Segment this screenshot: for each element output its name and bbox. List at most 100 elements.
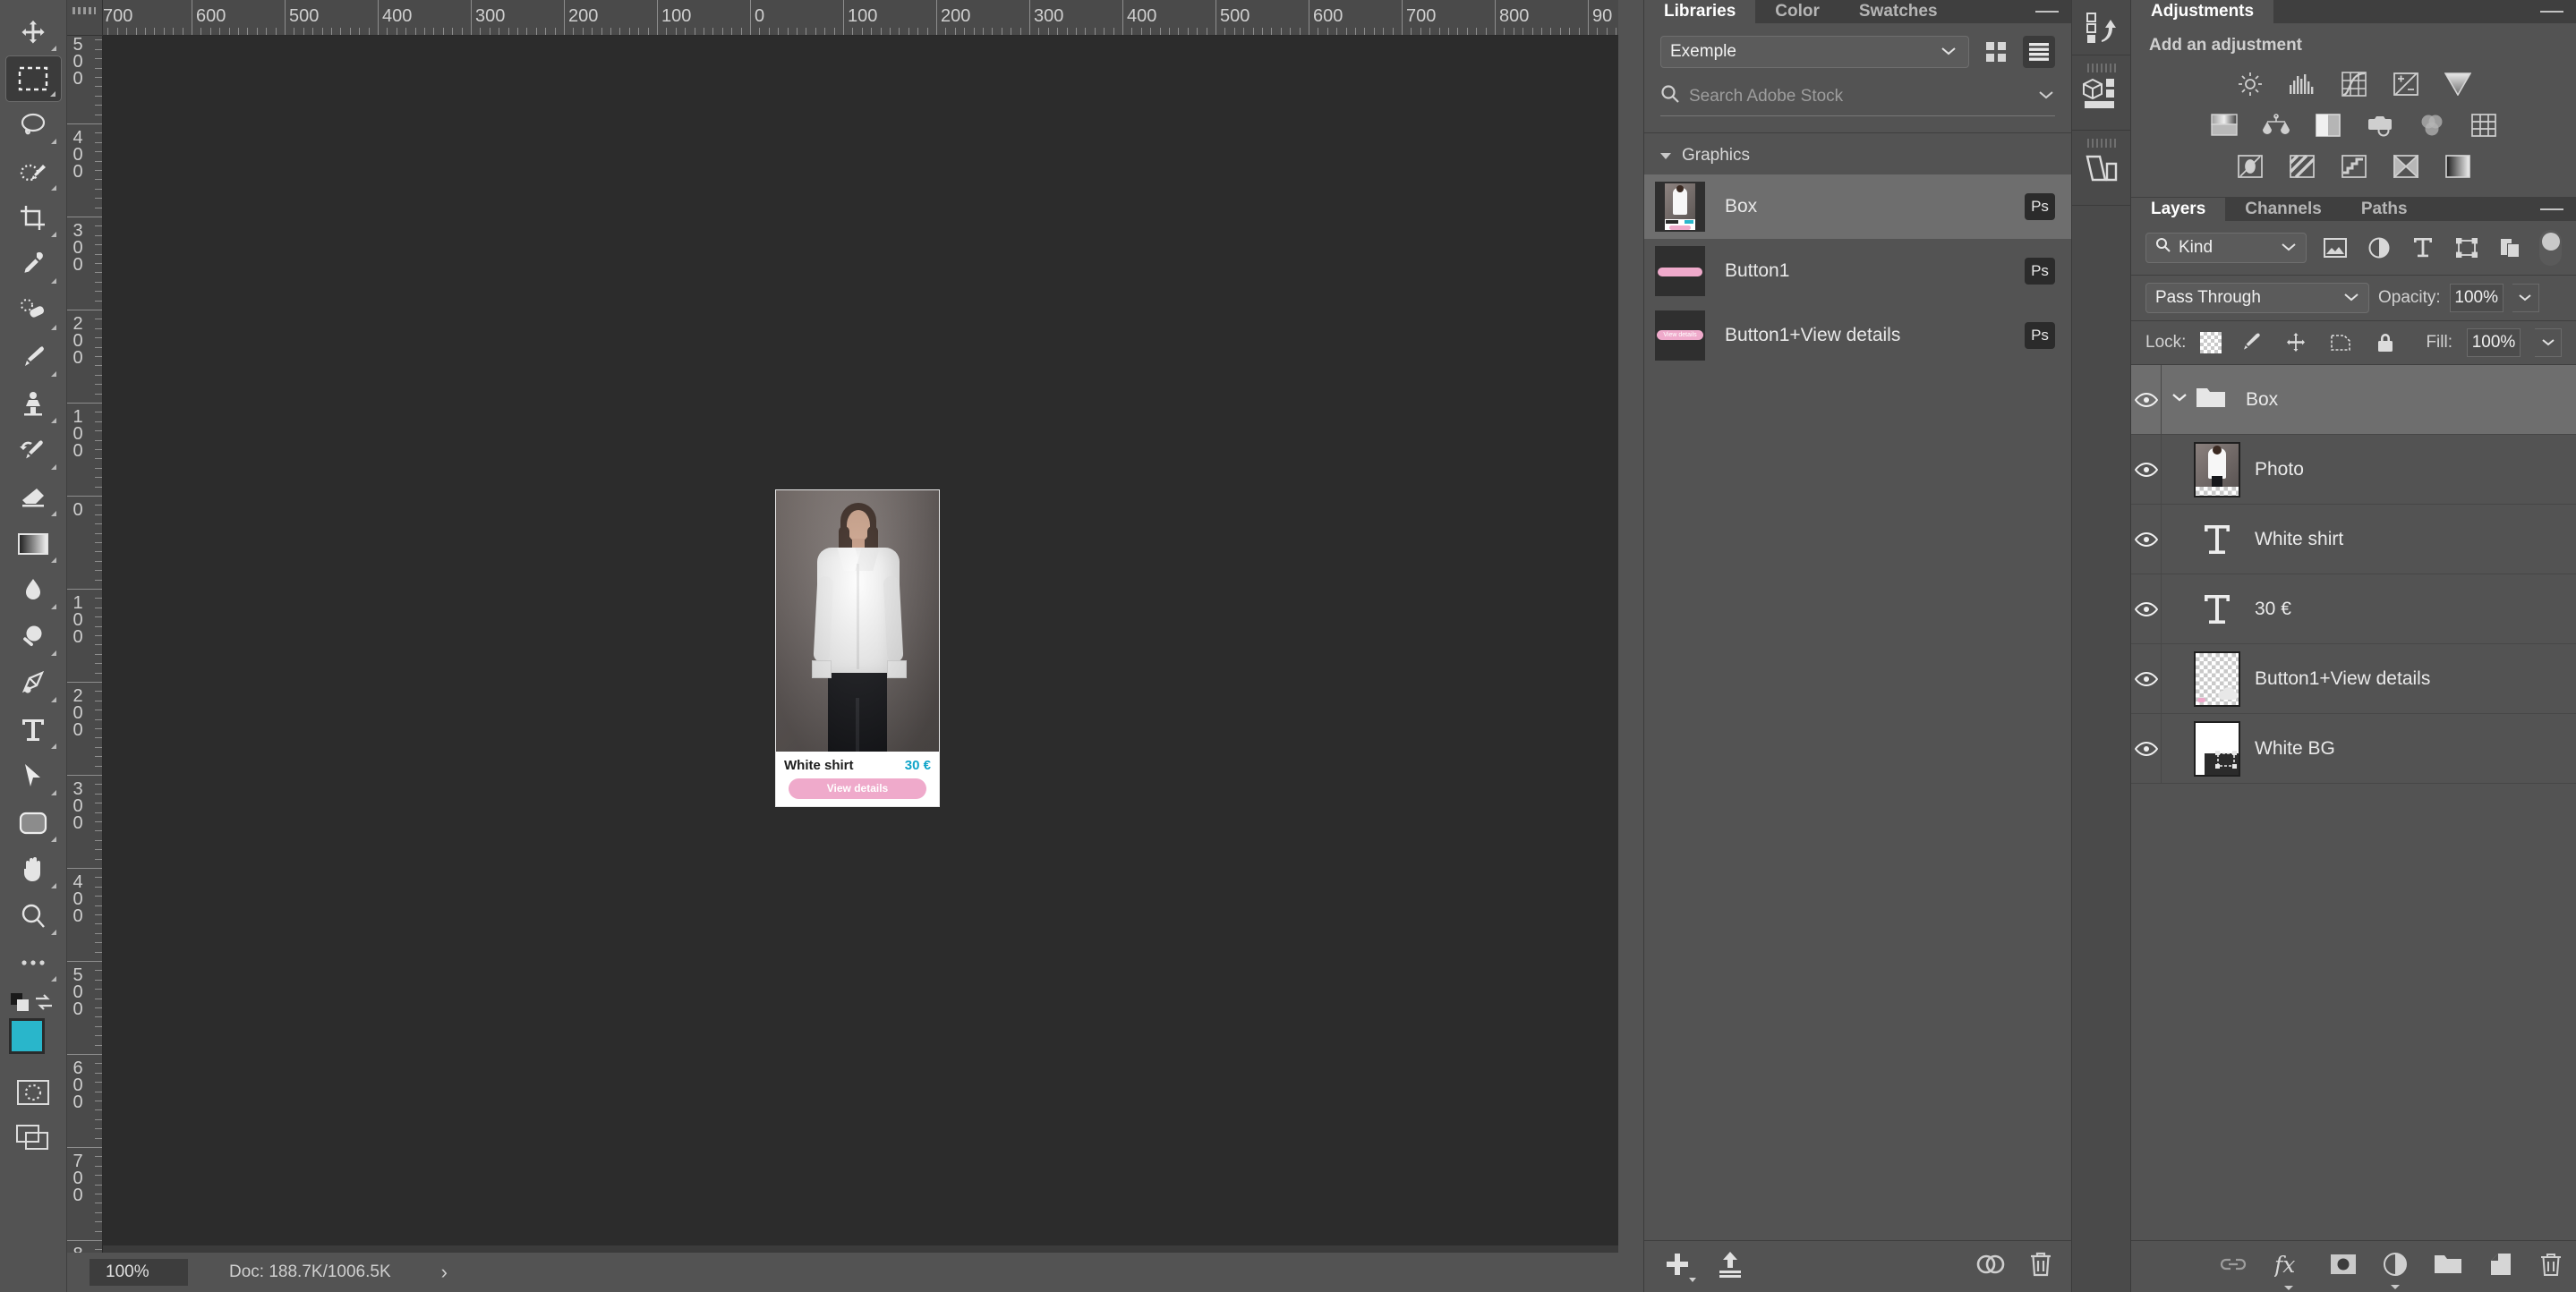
blur-tool[interactable]	[5, 567, 62, 614]
pen-tool[interactable]	[5, 660, 62, 707]
layer-visibility-toggle[interactable]	[2131, 741, 2161, 757]
layer-row-price[interactable]: 30 €	[2131, 574, 2576, 644]
color-lookup-icon[interactable]	[2467, 111, 2501, 140]
new-fill-adjustment-button[interactable]	[2384, 1253, 2407, 1289]
levels-icon[interactable]	[2285, 70, 2319, 98]
library-item-box[interactable]: Box Ps	[1644, 174, 2071, 239]
quick-mask-button[interactable]	[5, 1070, 62, 1115]
healing-brush-tool[interactable]	[5, 288, 62, 335]
swap-colors-icon[interactable]	[33, 991, 55, 1013]
layer-row-button1-view-details[interactable]: Button1+View details	[2131, 643, 2576, 714]
type-tool[interactable]	[5, 707, 62, 753]
path-selection-tool[interactable]	[5, 753, 62, 800]
grid-view-button[interactable]	[1980, 36, 2012, 68]
curves-icon[interactable]	[2337, 70, 2371, 98]
gradient-tool[interactable]	[5, 521, 62, 567]
paths-panel-icon[interactable]	[2072, 131, 2131, 206]
selective-color-icon[interactable]	[2389, 152, 2423, 181]
threshold-icon[interactable]	[2337, 152, 2371, 181]
edit-toolbar-tool[interactable]	[5, 939, 62, 986]
rectangle-tool[interactable]	[5, 800, 62, 846]
group-expand-chevron-icon[interactable]	[2171, 391, 2188, 408]
fill-field[interactable]: 100%	[2467, 328, 2521, 357]
layer-visibility-toggle[interactable]	[2131, 671, 2161, 687]
opacity-chevron-down-icon[interactable]	[2512, 284, 2539, 312]
3d-panel-icon[interactable]	[2072, 55, 2131, 131]
layer-visibility-toggle[interactable]	[2131, 392, 2161, 408]
exposure-icon[interactable]	[2389, 70, 2423, 98]
history-brush-tool[interactable]	[5, 428, 62, 474]
color-balance-icon[interactable]	[2259, 111, 2293, 140]
black-white-icon[interactable]	[2311, 111, 2345, 140]
view-details-button[interactable]: View details	[789, 778, 926, 799]
new-group-button[interactable]	[2434, 1254, 2462, 1279]
rectangular-marquee-tool[interactable]	[4, 55, 62, 102]
tab-channels[interactable]: Channels	[2225, 198, 2341, 221]
layers-panel-menu-icon[interactable]	[2540, 201, 2563, 217]
layer-style-button[interactable]: fx	[2273, 1252, 2303, 1290]
blend-mode-select[interactable]: Pass Through	[2145, 283, 2369, 313]
foreground-color-swatch[interactable]	[8, 1018, 45, 1054]
tab-libraries[interactable]: Libraries	[1644, 0, 1756, 23]
gradient-map-icon[interactable]	[2441, 152, 2475, 181]
history-panel-icon[interactable]	[2072, 0, 2131, 55]
invert-icon[interactable]	[2233, 152, 2267, 181]
tab-paths[interactable]: Paths	[2341, 198, 2427, 221]
opacity-field[interactable]: 100%	[2449, 284, 2503, 312]
fill-chevron-down-icon[interactable]	[2535, 328, 2562, 357]
hue-saturation-icon[interactable]	[2207, 111, 2241, 140]
lock-image-pixels-icon[interactable]	[2236, 329, 2266, 356]
hand-tool[interactable]	[5, 846, 62, 893]
tab-adjustments[interactable]: Adjustments	[2131, 0, 2274, 23]
filter-type-icon[interactable]	[2408, 234, 2437, 261]
search-chevron-down-icon[interactable]	[2037, 89, 2055, 105]
ruler-origin-corner[interactable]	[67, 0, 103, 36]
layer-mask-button[interactable]	[2330, 1254, 2357, 1279]
adjustments-panel-menu-icon[interactable]	[2540, 4, 2563, 20]
clone-stamp-tool[interactable]	[5, 381, 62, 428]
link-layers-button[interactable]	[2219, 1254, 2248, 1279]
library-item-button1[interactable]: Button1 Ps	[1644, 239, 2071, 303]
adobe-stock-search[interactable]: Search Adobe Stock	[1660, 84, 2055, 116]
status-expand-arrow[interactable]: ›	[441, 1261, 448, 1284]
tab-layers[interactable]: Layers	[2131, 198, 2226, 221]
filter-adjustment-icon[interactable]	[2364, 234, 2393, 261]
lock-all-icon[interactable]	[2370, 329, 2401, 356]
layer-row-white-shirt[interactable]: White shirt	[2131, 504, 2576, 574]
lock-artboard-nesting-icon[interactable]	[2325, 329, 2356, 356]
library-select[interactable]: Exemple	[1660, 36, 1969, 68]
eyedropper-tool[interactable]	[5, 242, 62, 288]
photo-filter-icon[interactable]	[2363, 111, 2397, 140]
filter-toggle-switch[interactable]	[2538, 230, 2562, 266]
move-tool[interactable]	[5, 9, 62, 55]
creative-cloud-button[interactable]	[1975, 1251, 2006, 1282]
delete-button[interactable]	[2029, 1251, 2052, 1282]
brush-tool[interactable]	[5, 335, 62, 381]
lock-position-icon[interactable]	[2281, 329, 2311, 356]
posterize-icon[interactable]	[2285, 152, 2319, 181]
eraser-tool[interactable]	[5, 474, 62, 521]
channel-mixer-icon[interactable]	[2415, 111, 2449, 140]
zoom-level-field[interactable]: 100%	[90, 1259, 188, 1286]
list-view-button[interactable]	[2023, 36, 2055, 68]
layer-row-white-bg[interactable]: White BG	[2131, 713, 2576, 784]
product-card[interactable]: White shirt 30 € View details	[776, 490, 939, 806]
layer-row-photo[interactable]: Photo	[2131, 434, 2576, 505]
libraries-panel-menu-icon[interactable]	[2035, 4, 2059, 20]
new-layer-button[interactable]	[2489, 1253, 2512, 1280]
search-input[interactable]: Search Adobe Stock	[1689, 87, 2028, 106]
layer-visibility-toggle[interactable]	[2131, 531, 2161, 548]
canvas[interactable]: White shirt 30 € View details	[103, 36, 1618, 1253]
upload-button[interactable]	[1718, 1251, 1743, 1282]
zoom-tool[interactable]	[5, 893, 62, 939]
screen-mode-button[interactable]	[5, 1115, 62, 1160]
filter-kind-select[interactable]: Kind	[2145, 233, 2307, 263]
default-colors-icon[interactable]	[10, 993, 30, 1011]
horizontal-ruler[interactable]: 700 600 500 400 300 200 100 0 100 200 300 400 500 600…	[103, 0, 1618, 36]
layer-visibility-toggle[interactable]	[2131, 601, 2161, 617]
filter-pixel-icon[interactable]	[2321, 234, 2350, 261]
add-content-button[interactable]	[1664, 1251, 1696, 1282]
quick-selection-tool[interactable]	[5, 149, 62, 195]
crop-tool[interactable]	[5, 195, 62, 242]
dodge-tool[interactable]	[5, 614, 62, 660]
